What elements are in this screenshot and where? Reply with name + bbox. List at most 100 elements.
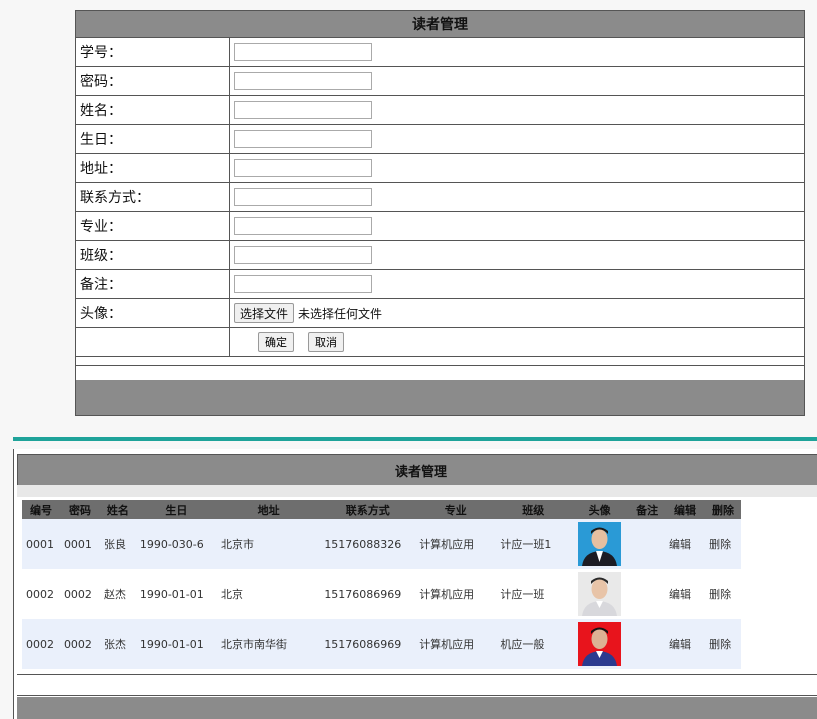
cell-id: 0002 (22, 569, 60, 619)
cell-id: 0001 (22, 519, 60, 569)
cell-major: 计算机应用 (415, 519, 497, 569)
field-label: 头像： (76, 299, 230, 327)
col-phone-header: 联系方式 (320, 500, 416, 519)
empty-label-cell (76, 328, 230, 356)
cell-address: 北京市 (217, 519, 321, 569)
cell-phone: 15176086969 (320, 619, 416, 669)
table-row: 0001 0001 张良 1990-030-6 北京市 15176088326 … (22, 519, 741, 569)
cell-birthday: 1990-030-6 (135, 519, 217, 569)
cell-major: 计算机应用 (415, 619, 497, 669)
table-header-row: 编号 密码 姓名 生日 地址 联系方式 专业 班级 头像 备注 编辑 删除 (22, 500, 741, 519)
birthday-input[interactable] (234, 130, 372, 148)
section-divider (13, 437, 817, 441)
col-edit-header: 编辑 (665, 500, 706, 519)
field-row-name: 姓名： (76, 96, 804, 125)
cell-id: 0002 (22, 619, 60, 669)
cell-password: 0002 (59, 619, 100, 669)
note-input[interactable] (234, 275, 372, 293)
cell-major: 计算机应用 (415, 569, 497, 619)
contact-input[interactable] (234, 188, 372, 206)
address-input[interactable] (234, 159, 372, 177)
form-footer-bar (76, 380, 804, 415)
confirm-button[interactable]: 确定 (258, 332, 294, 352)
list-strip (17, 485, 817, 497)
class-input[interactable] (234, 246, 372, 264)
field-label: 学号： (76, 38, 230, 66)
field-row-major: 专业： (76, 212, 804, 241)
list-title: 读者管理 (17, 454, 817, 486)
col-address-header: 地址 (217, 500, 321, 519)
avatar (578, 522, 622, 566)
cell-phone: 15176088326 (320, 519, 416, 569)
col-password-header: 密码 (59, 500, 100, 519)
field-label: 生日： (76, 125, 230, 153)
cancel-button[interactable]: 取消 (308, 332, 344, 352)
field-row-student-id: 学号： (76, 38, 804, 67)
field-row-avatar: 头像： 选择文件 未选择任何文件 (76, 299, 804, 328)
delete-link[interactable]: 删除 (705, 619, 741, 669)
major-input[interactable] (234, 217, 372, 235)
cell-avatar (570, 569, 630, 619)
field-label: 密码： (76, 67, 230, 95)
table-row: 0002 0002 张杰 1990-01-01 北京市南华街 151760869… (22, 619, 741, 669)
student-id-input[interactable] (234, 43, 372, 61)
col-class-header: 班级 (496, 500, 571, 519)
cell-note (629, 519, 666, 569)
col-name-header: 姓名 (99, 500, 136, 519)
form-title: 读者管理 (76, 11, 804, 38)
reader-form-panel: 读者管理 学号： 密码： 姓名： 生日： 地址： 联系方式： 专业： 班级： 备… (75, 10, 805, 416)
form-spacer (76, 357, 804, 366)
choose-file-button[interactable]: 选择文件 (234, 303, 295, 323)
file-status-text: 未选择任何文件 (298, 306, 383, 321)
cell-birthday: 1990-01-01 (135, 569, 217, 619)
field-label: 地址： (76, 154, 230, 182)
cell-class: 计应一班1 (496, 519, 571, 569)
field-row-password: 密码： (76, 67, 804, 96)
cell-note (629, 569, 666, 619)
cell-phone: 15176086969 (320, 569, 416, 619)
field-row-address: 地址： (76, 154, 804, 183)
cell-birthday: 1990-01-01 (135, 619, 217, 669)
cell-note (629, 619, 666, 669)
table-row: 0002 0002 赵杰 1990-01-01 北京 15176086969 计… (22, 569, 741, 619)
cell-name: 张良 (99, 519, 136, 569)
cell-avatar (570, 519, 630, 569)
edit-link[interactable]: 编辑 (665, 519, 706, 569)
list-divider (17, 674, 817, 675)
field-row-contact: 联系方式： (76, 183, 804, 212)
cell-class: 机应一般 (496, 619, 571, 669)
field-row-class: 班级： (76, 241, 804, 270)
cell-avatar (570, 619, 630, 669)
edit-link[interactable]: 编辑 (665, 619, 706, 669)
cell-name: 赵杰 (99, 569, 136, 619)
col-delete-header: 删除 (705, 500, 741, 519)
avatar (578, 622, 622, 666)
edit-link[interactable]: 编辑 (665, 569, 706, 619)
cell-password: 0002 (59, 569, 100, 619)
reader-list-panel: 读者管理 编号 密码 姓名 生日 地址 联系方式 专业 班级 头像 备注 编辑 … (13, 449, 817, 719)
delete-link[interactable]: 删除 (705, 519, 741, 569)
col-birthday-header: 生日 (135, 500, 217, 519)
field-row-birthday: 生日： (76, 125, 804, 154)
cell-address: 北京市南华街 (217, 619, 321, 669)
password-input[interactable] (234, 72, 372, 90)
avatar (578, 572, 622, 616)
cell-name: 张杰 (99, 619, 136, 669)
col-id-header: 编号 (22, 500, 60, 519)
list-divider (17, 695, 817, 696)
field-label: 备注： (76, 270, 230, 298)
name-input[interactable] (234, 101, 372, 119)
field-label: 姓名： (76, 96, 230, 124)
field-label: 联系方式： (76, 183, 230, 211)
reader-table: 编号 密码 姓名 生日 地址 联系方式 专业 班级 头像 备注 编辑 删除 00… (22, 500, 741, 669)
field-row-note: 备注： (76, 270, 804, 299)
field-label: 班级： (76, 241, 230, 269)
col-avatar-header: 头像 (570, 500, 630, 519)
col-major-header: 专业 (415, 500, 497, 519)
cell-password: 0001 (59, 519, 100, 569)
cell-class: 计应一班 (496, 569, 571, 619)
cell-address: 北京 (217, 569, 321, 619)
col-note-header: 备注 (629, 500, 666, 519)
field-label: 专业： (76, 212, 230, 240)
delete-link[interactable]: 删除 (705, 569, 741, 619)
